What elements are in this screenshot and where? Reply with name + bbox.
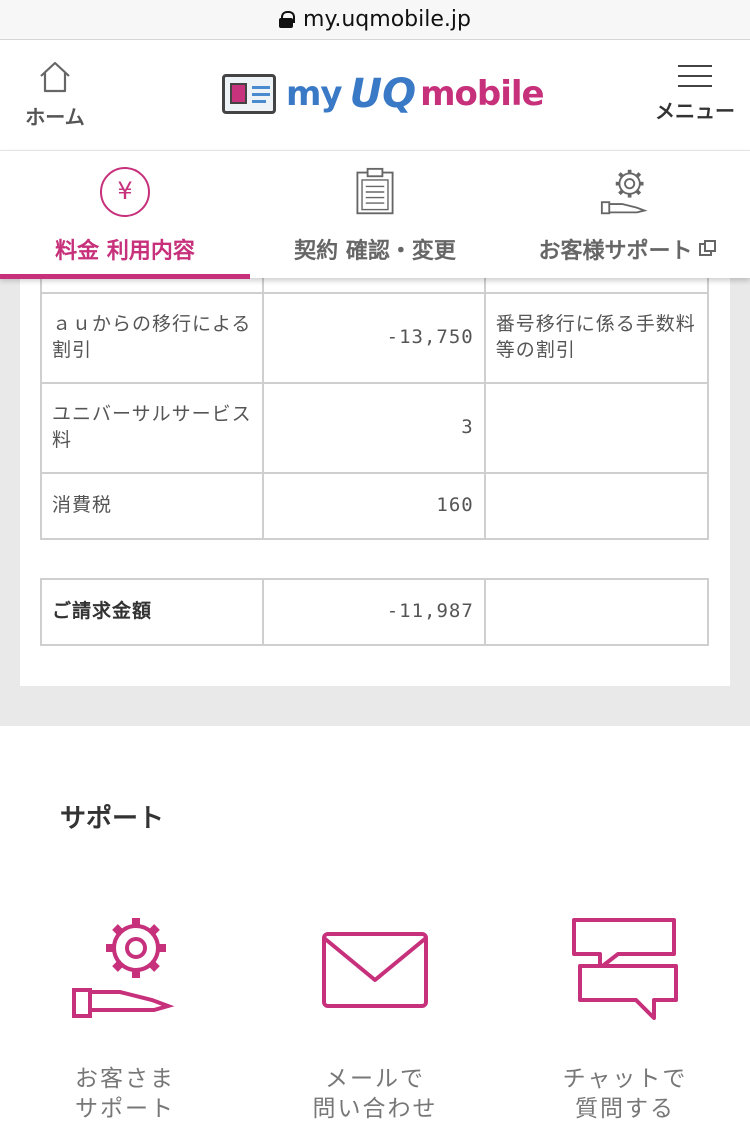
home-label: ホーム	[25, 105, 85, 129]
note-cell	[483, 472, 710, 540]
billing-panel: ａｕからの移行による割引 -13,750 番号移行に係る手数料等の割引 ユニバー…	[20, 271, 730, 686]
home-button[interactable]: ホーム	[22, 59, 88, 130]
tab-contract-label: 契約 確認・変更	[294, 239, 456, 264]
tab-billing[interactable]: ¥ 料金 利用内容	[0, 151, 250, 279]
total-row: ご請求金額 -11,987	[39, 578, 710, 646]
external-link-icon	[698, 240, 716, 256]
tab-support-label: お客様サポート	[500, 233, 750, 265]
tab-support[interactable]: お客様サポート	[500, 151, 750, 279]
amount-cell: -13,750	[262, 292, 486, 384]
total-amount: -11,987	[262, 578, 486, 646]
support-chat-label: チャットで 質問する	[562, 1066, 688, 1122]
lock-icon	[279, 11, 296, 28]
home-icon	[40, 61, 70, 93]
tab-contract[interactable]: 契約 確認・変更	[250, 151, 500, 279]
logo-my: my	[286, 74, 343, 114]
total-label: ご請求金額	[39, 578, 265, 646]
gear-hand-icon	[600, 169, 648, 215]
table-row: ユニバーサルサービス料 3	[39, 382, 710, 474]
note-cell: 番号移行に係る手数料等の割引	[483, 292, 710, 384]
note-cell	[483, 382, 710, 474]
main-tabs: ¥ 料金 利用内容 契約 確認・変更 お客様サポート	[0, 150, 750, 279]
support-heading: サポート	[60, 804, 165, 834]
active-tab-indicator	[0, 274, 250, 279]
table-row: ａｕからの移行による割引 -13,750 番号移行に係る手数料等の割引	[39, 292, 710, 384]
site-logo[interactable]: my UQ mobile	[222, 69, 545, 119]
support-customer-link[interactable]: お客さま サポート	[35, 910, 215, 1122]
support-chat-link[interactable]: チャットで 質問する	[535, 910, 715, 1122]
support-mail-link[interactable]: メールで 問い合わせ	[285, 910, 465, 1122]
gear-hand-icon	[72, 918, 175, 1018]
menu-button[interactable]: メニュー	[652, 65, 738, 124]
amount-cell: 160	[262, 472, 486, 540]
chat-icon	[572, 918, 678, 1020]
amount-cell: 3	[262, 382, 486, 474]
site-header: ホーム my UQ mobile メニュー	[0, 41, 750, 150]
item-cell: ａｕからの移行による割引	[39, 292, 265, 384]
table-row: 消費税 160	[39, 472, 710, 540]
mail-icon	[322, 932, 428, 1008]
clipboard-icon	[356, 167, 394, 215]
hamburger-icon	[652, 65, 738, 87]
logo-mobile: mobile	[420, 74, 544, 114]
url-text: my.uqmobile.jp	[303, 7, 471, 32]
item-cell: ユニバーサルサービス料	[39, 382, 265, 474]
support-mail-label: メールで 問い合わせ	[312, 1066, 438, 1122]
tab-billing-label: 料金 利用内容	[55, 239, 195, 264]
billing-detail-table: ａｕからの移行による割引 -13,750 番号移行に係る手数料等の割引 ユニバー…	[39, 271, 710, 540]
billing-total-table: ご請求金額 -11,987	[39, 578, 710, 646]
total-note	[483, 578, 710, 646]
address-bar[interactable]: my.uqmobile.jp	[0, 0, 750, 40]
id-card-icon	[222, 74, 276, 114]
menu-label: メニュー	[655, 99, 735, 123]
support-customer-label: お客さま サポート	[75, 1066, 175, 1122]
yen-circle-icon: ¥	[100, 167, 150, 217]
item-cell: 消費税	[39, 472, 265, 540]
logo-uq: UQ	[349, 71, 417, 117]
